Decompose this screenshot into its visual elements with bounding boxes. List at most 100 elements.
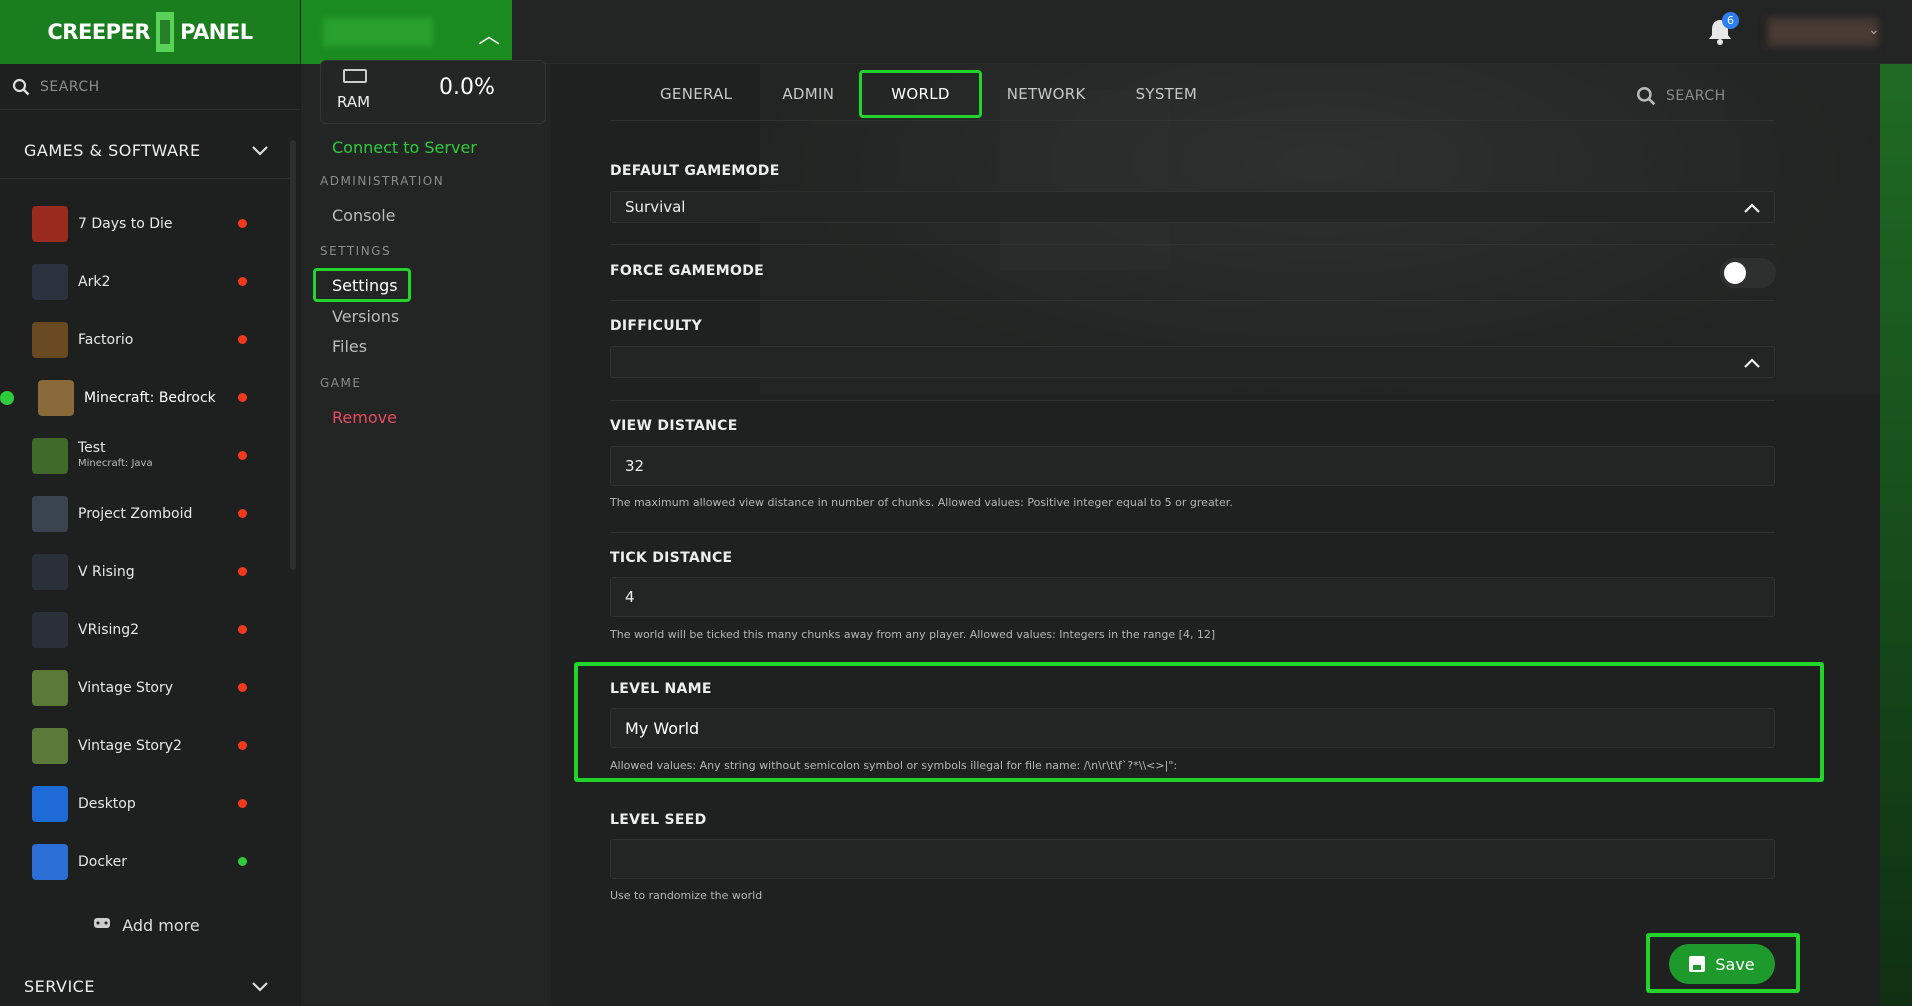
- notification-badge: 6: [1722, 12, 1739, 29]
- level-name-value: My World: [625, 718, 700, 738]
- save-label: Save: [1715, 954, 1755, 974]
- status-dot: [238, 509, 247, 518]
- game-item[interactable]: Ark2: [0, 253, 292, 311]
- versions-link[interactable]: Versions: [332, 307, 399, 326]
- sidebar-search-placeholder: SEARCH: [40, 78, 100, 95]
- game-item[interactable]: Vintage Story2: [0, 717, 292, 775]
- game-subtitle: Minecraft: Java: [78, 458, 153, 469]
- server-selector[interactable]: ︿: [301, 0, 512, 64]
- divider: [610, 300, 1775, 301]
- settings-search[interactable]: SEARCH: [1636, 86, 1726, 106]
- game-title: Factorio: [78, 331, 134, 348]
- add-game-icon: [92, 915, 112, 935]
- settings-search-placeholder: SEARCH: [1666, 88, 1726, 104]
- game-item[interactable]: Test Minecraft: Java: [0, 427, 292, 485]
- games-section-title: GAMES & SOFTWARE: [24, 140, 201, 160]
- chevron-down-icon[interactable]: ⌄: [1868, 22, 1880, 38]
- game-item[interactable]: Project Zomboid: [0, 485, 292, 543]
- service-section-header[interactable]: SERVICE: [0, 966, 292, 1006]
- search-icon: [1637, 87, 1656, 106]
- console-link[interactable]: Console: [332, 206, 396, 225]
- game-item[interactable]: Minecraft: Bedrock: [0, 369, 292, 427]
- game-title: Desktop: [78, 795, 136, 812]
- active-indicator: [0, 391, 14, 405]
- view-distance-label: VIEW DISTANCE: [610, 418, 738, 434]
- level-name-label: LEVEL NAME: [610, 681, 712, 697]
- status-dot: [238, 741, 247, 750]
- default-gamemode-value: Survival: [625, 198, 686, 216]
- game-title: Project Zomboid: [78, 505, 193, 522]
- remove-link[interactable]: Remove: [332, 408, 397, 427]
- game-item[interactable]: Docker: [0, 833, 292, 891]
- tab-world[interactable]: WORLD: [859, 70, 982, 118]
- games-list: 7 Days to Die Ark2 Factorio Minecraft: Bedr…: [0, 195, 292, 891]
- game-icon: [32, 496, 68, 532]
- user-menu-blurred[interactable]: [1768, 18, 1878, 46]
- status-dot: [238, 393, 247, 402]
- game-icon: [32, 728, 68, 764]
- game-heading: GAME: [320, 376, 362, 390]
- difficulty-label: DIFFICULTY: [610, 318, 703, 334]
- status-dot: [238, 625, 247, 634]
- difficulty-select[interactable]: [610, 346, 1775, 378]
- game-title: Docker: [78, 853, 128, 870]
- game-icon: [32, 786, 68, 822]
- settings-link[interactable]: Settings: [332, 276, 398, 295]
- game-title: Test: [78, 440, 106, 456]
- game-icon: [32, 264, 68, 300]
- game-name: Factorio: [78, 331, 134, 348]
- game-title: Vintage Story2: [78, 737, 182, 754]
- game-item[interactable]: VRising2: [0, 601, 292, 659]
- view-distance-input[interactable]: 32: [610, 446, 1775, 486]
- status-dot: [238, 219, 247, 228]
- game-name: Test Minecraft: Java: [78, 441, 153, 471]
- default-gamemode-label: DEFAULT GAMEMODE: [610, 163, 780, 179]
- sidebar-search[interactable]: SEARCH: [0, 64, 300, 110]
- game-item[interactable]: Factorio: [0, 311, 292, 369]
- game-icon: [32, 612, 68, 648]
- ram-value: 0.0%: [439, 75, 495, 100]
- server-name-blurred: [323, 18, 433, 46]
- add-more-button[interactable]: Add more: [0, 910, 292, 940]
- tick-distance-input[interactable]: 4: [610, 577, 1775, 617]
- game-icon: [32, 844, 68, 880]
- games-section-header[interactable]: GAMES & SOFTWARE: [0, 122, 292, 178]
- logo[interactable]: CREEPER PANEL: [0, 0, 300, 64]
- divider: [610, 120, 1775, 121]
- game-item[interactable]: 7 Days to Die: [0, 195, 292, 253]
- game-item[interactable]: Desktop: [0, 775, 292, 833]
- divider: [610, 532, 1775, 533]
- chevron-up-icon: ︿: [477, 24, 500, 49]
- divider: [0, 178, 292, 179]
- tab-network[interactable]: NETWORK: [982, 71, 1111, 117]
- save-button[interactable]: Save: [1669, 944, 1775, 984]
- connect-to-server-link[interactable]: Connect to Server: [332, 138, 477, 157]
- game-name: Ark2: [78, 274, 110, 290]
- toggle-knob: [1724, 262, 1746, 284]
- service-section-title: SERVICE: [24, 976, 95, 996]
- game-item[interactable]: Vintage Story: [0, 659, 292, 717]
- game-title: VRising2: [78, 621, 140, 638]
- tab-admin[interactable]: ADMIN: [757, 71, 859, 117]
- default-gamemode-select[interactable]: Survival: [610, 191, 1775, 223]
- tab-general[interactable]: GENERAL: [635, 71, 757, 117]
- level-name-input[interactable]: My World: [610, 708, 1775, 748]
- game-icon: [32, 554, 68, 590]
- status-dot: [238, 451, 247, 460]
- background-art: [1880, 64, 1912, 1006]
- game-name: Minecraft: Bedrock: [84, 390, 216, 406]
- tab-system[interactable]: SYSTEM: [1111, 71, 1223, 117]
- status-dot: [238, 857, 247, 866]
- settings-heading: SETTINGS: [320, 244, 392, 258]
- game-name: V Rising: [78, 564, 135, 580]
- game-name: Docker: [78, 853, 128, 870]
- game-name: 7 Days to Die: [78, 215, 173, 232]
- game-title: 7 Days to Die: [78, 215, 173, 232]
- files-link[interactable]: Files: [332, 337, 367, 356]
- status-dot: [238, 567, 247, 576]
- level-seed-input[interactable]: [610, 839, 1775, 879]
- level-seed-label: LEVEL SEED: [610, 812, 707, 828]
- divider: [610, 244, 1775, 245]
- game-item[interactable]: V Rising: [0, 543, 292, 601]
- force-gamemode-toggle[interactable]: [1720, 258, 1776, 288]
